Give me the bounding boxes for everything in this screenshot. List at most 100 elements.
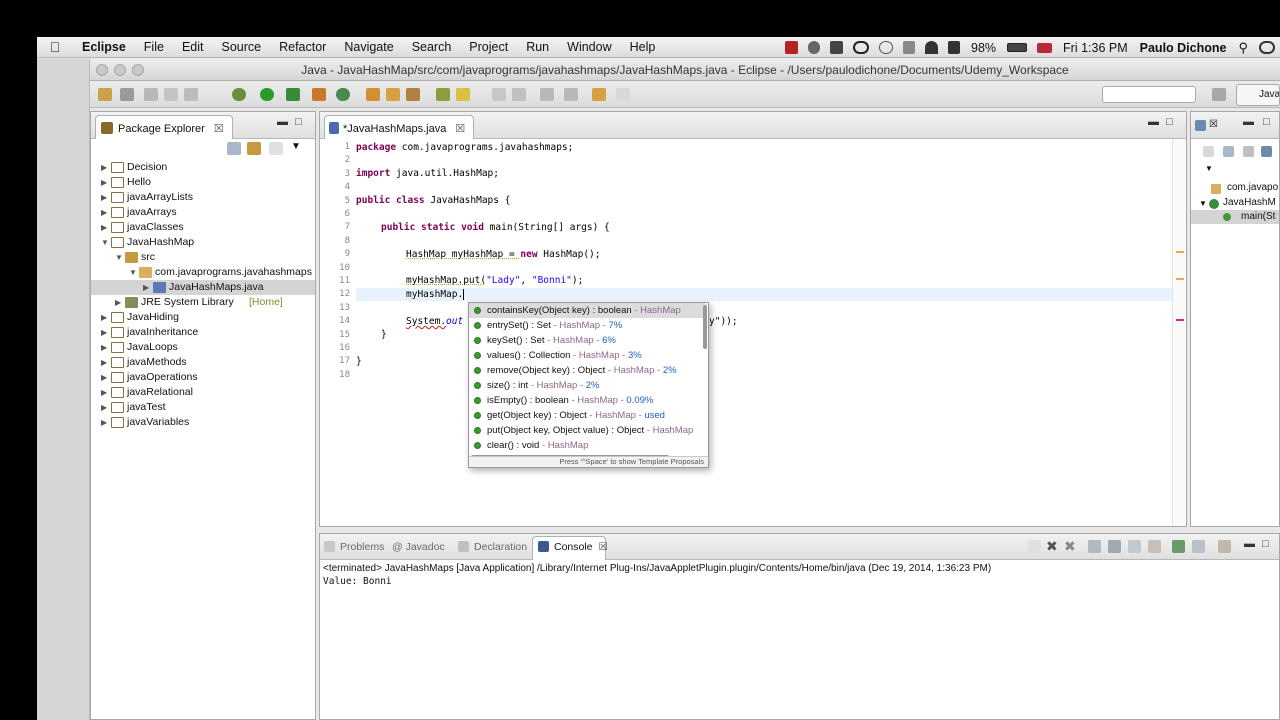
menu-file[interactable]: File xyxy=(135,40,173,54)
dropbox-icon[interactable] xyxy=(830,41,843,54)
annotation-icon[interactable] xyxy=(456,88,470,101)
chevron-right-icon[interactable]: ▶ xyxy=(143,280,149,295)
menu-app[interactable]: Eclipse xyxy=(73,40,135,54)
chevron-down-icon[interactable]: ▼ xyxy=(129,265,137,280)
view-menu-chevron-down-icon[interactable]: ▼ xyxy=(291,141,301,152)
new-java-project-icon[interactable] xyxy=(336,88,350,101)
terminate-icon[interactable] xyxy=(1028,540,1041,553)
chevron-down-icon[interactable]: ▼ xyxy=(1199,199,1207,208)
code-line-11[interactable]: myHashMap.put("Lady", "Bonni"); xyxy=(406,274,583,287)
tab-console[interactable]: Console ☒ xyxy=(538,541,608,553)
menu-help[interactable]: Help xyxy=(621,40,665,54)
notification-icon[interactable] xyxy=(808,41,820,54)
new-package-icon[interactable] xyxy=(366,88,380,101)
chevron-right-icon[interactable]: ▶ xyxy=(101,370,107,385)
chevron-down-icon[interactable]: ▼ xyxy=(115,250,123,265)
chevron-right-icon[interactable]: ▶ xyxy=(101,160,107,175)
tree-item-javaarrays[interactable]: ▶ javaArrays xyxy=(91,205,315,220)
close-icon[interactable]: ☒ xyxy=(1209,119,1218,130)
proposal-item[interactable]: keySet() : Set - HashMap - 6% xyxy=(469,333,706,348)
tree-item-javaloops[interactable]: ▶ JavaLoops xyxy=(91,340,315,355)
outline-toolbar-icon[interactable] xyxy=(1203,146,1214,157)
time-machine-icon[interactable] xyxy=(879,41,893,54)
focus-icon[interactable] xyxy=(269,142,283,155)
view-menu-chevron-down-icon[interactable]: ▼ xyxy=(1205,164,1213,173)
tree-item-decision[interactable]: ▶ Decision xyxy=(91,160,315,175)
tab-declaration[interactable]: Declaration xyxy=(458,541,527,553)
tree-item-javainheritance[interactable]: ▶ javaInheritance xyxy=(91,325,315,340)
back-icon[interactable] xyxy=(592,88,606,101)
battery-icon[interactable] xyxy=(1007,43,1028,52)
remove-all-terminated-icon[interactable]: ✖ xyxy=(1064,539,1077,553)
proposal-item[interactable]: values() : Collection - HashMap - 3% xyxy=(469,348,706,363)
tree-item-hello[interactable]: ▶ Hello xyxy=(91,175,315,190)
circle-status-icon[interactable] xyxy=(853,41,869,54)
close-icon[interactable]: ☒ xyxy=(599,541,608,553)
quick-access-input[interactable] xyxy=(1102,86,1196,103)
proposal-item[interactable]: get(Object key) : Object - HashMap - use… xyxy=(469,408,706,423)
outline-item-class[interactable]: JavaHashM xyxy=(1223,197,1276,208)
open-console-icon[interactable] xyxy=(1218,540,1231,553)
display-console-icon[interactable] xyxy=(1192,540,1205,553)
toggle-block-icon[interactable] xyxy=(512,88,526,101)
chevron-right-icon[interactable]: ▶ xyxy=(101,400,107,415)
code-line-17[interactable]: } xyxy=(356,355,362,368)
tree-item-javarelational[interactable]: ▶ javaRelational xyxy=(91,385,315,400)
prev-annotation-icon[interactable] xyxy=(564,88,578,101)
notification-center-icon[interactable] xyxy=(1259,41,1275,54)
show-on-error-icon[interactable] xyxy=(1148,540,1161,553)
chevron-right-icon[interactable]: ▶ xyxy=(101,325,107,340)
chevron-right-icon[interactable]: ▶ xyxy=(101,310,107,325)
tree-item-javaoperations[interactable]: ▶ javaOperations xyxy=(91,370,315,385)
chevron-right-icon[interactable]: ▶ xyxy=(101,175,107,190)
menu-edit[interactable]: Edit xyxy=(173,40,213,54)
outline-item-package[interactable]: com.javapo xyxy=(1227,182,1278,193)
battery-percent[interactable]: 98% xyxy=(965,41,1002,55)
code-line-15[interactable]: } xyxy=(381,328,387,341)
tree-item-jre-system-library[interactable]: ▶ JRE System Library [Home] xyxy=(91,295,315,310)
spotlight-search-icon[interactable]: ⚲ xyxy=(1232,40,1254,56)
menu-navigate[interactable]: Navigate xyxy=(335,40,402,54)
warning-marker[interactable] xyxy=(1176,278,1184,280)
tree-item-javahiding[interactable]: ▶ JavaHiding xyxy=(91,310,315,325)
code-line-14[interactable]: System.out y")); xyxy=(406,315,738,328)
close-icon[interactable]: ☒ xyxy=(214,123,224,135)
save-all-icon[interactable] xyxy=(164,88,178,101)
next-annotation-icon[interactable] xyxy=(540,88,554,101)
proposal-item[interactable]: entrySet() : Set - HashMap - 7% xyxy=(469,318,706,333)
maximize-icon[interactable]: □ xyxy=(1262,538,1269,550)
toggle-mark-icon[interactable] xyxy=(492,88,506,101)
chevron-right-icon[interactable]: ▶ xyxy=(101,220,107,235)
chevron-down-icon[interactable]: ▼ xyxy=(101,235,109,250)
code-line-3[interactable]: import java.util.HashMap; xyxy=(356,167,499,180)
chevron-right-icon[interactable]: ▶ xyxy=(101,415,107,430)
tree-item-com-javaprograms-javahashmaps[interactable]: ▼ com.javaprograms.javahashmaps xyxy=(91,265,315,280)
volume-icon[interactable] xyxy=(948,41,960,54)
code-editor[interactable]: 1 2 3 4 5 6 7 8 9 10 11 12 13 14 15 16 17 18 package com.… xyxy=(320,139,1186,526)
outline-toolbar-icon[interactable] xyxy=(1243,146,1254,157)
recording-icon[interactable] xyxy=(785,41,798,54)
menu-search[interactable]: Search xyxy=(403,40,461,54)
maximize-icon[interactable]: □ xyxy=(1166,116,1173,128)
proposal-item[interactable]: put(Object key, Object value) : Object -… xyxy=(469,423,706,438)
save-icon[interactable] xyxy=(144,88,158,101)
warning-marker[interactable] xyxy=(1176,251,1184,253)
remove-launch-icon[interactable]: ✖ xyxy=(1046,539,1059,553)
proposal-item[interactable]: isEmpty() : boolean - HashMap - 0.09% xyxy=(469,393,706,408)
external-tools-icon[interactable] xyxy=(286,88,300,101)
user-name[interactable]: Paulo Dichone xyxy=(1134,41,1233,55)
forward-icon[interactable] xyxy=(616,88,630,101)
link-with-editor-icon[interactable] xyxy=(247,142,261,155)
chevron-right-icon[interactable]: ▶ xyxy=(101,340,107,355)
chevron-right-icon[interactable]: ▶ xyxy=(115,295,121,310)
maximize-icon[interactable]: □ xyxy=(295,116,302,128)
new-icon[interactable] xyxy=(98,88,112,101)
proposal-item[interactable]: size() : int - HashMap - 2% xyxy=(469,378,706,393)
menu-source[interactable]: Source xyxy=(212,40,270,54)
wifi-icon[interactable] xyxy=(925,41,938,54)
tab-javahashmaps-java[interactable]: *JavaHashMaps.java ☒ xyxy=(324,115,475,139)
print-icon[interactable] xyxy=(184,88,198,101)
tree-item-javahashmaps-java[interactable]: ▶ JavaHashMaps.java xyxy=(91,280,315,295)
outline-toolbar-icon[interactable] xyxy=(1223,146,1234,157)
new-class-icon[interactable] xyxy=(386,88,400,101)
